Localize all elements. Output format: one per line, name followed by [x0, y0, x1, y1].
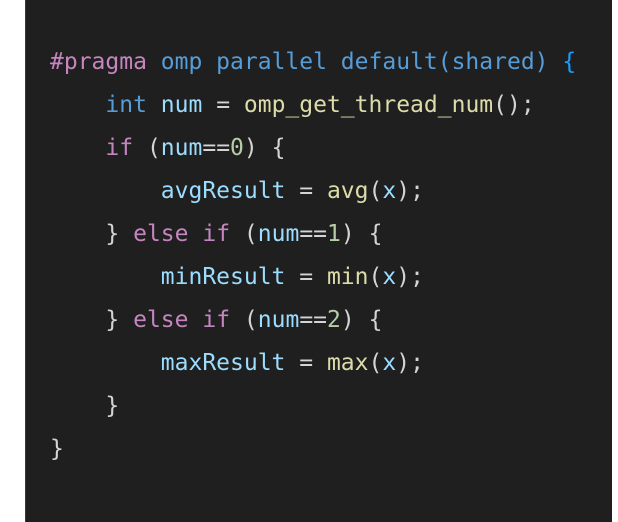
code-line: #pragma omp parallel default(shared) {: [50, 41, 576, 84]
code-token: int: [105, 92, 147, 118]
code-line: minResult = min(x);: [50, 256, 576, 299]
code-token: if: [105, 135, 134, 161]
code-token: }: [50, 436, 64, 462]
code-token: 0: [230, 135, 244, 161]
code-line: }: [50, 428, 576, 471]
code-token: x: [382, 350, 397, 376]
code-token: (: [368, 264, 383, 290]
code-token: ): [340, 307, 369, 333]
code-token: );: [396, 264, 424, 290]
code-line: } else if (num==2) {: [50, 299, 576, 342]
code-token: else: [133, 307, 189, 333]
code-line: if (num==0) {: [50, 127, 576, 170]
code-token: else: [133, 221, 189, 247]
code-line: avgResult = avg(x);: [50, 170, 576, 213]
code-token: num: [257, 307, 300, 333]
code-line: maxResult = max(x);: [50, 342, 576, 385]
code-token: ): [340, 221, 369, 247]
code-token: 1: [327, 221, 341, 247]
code-token: (: [230, 307, 258, 333]
code-token: {: [271, 135, 286, 161]
code-token: x: [382, 178, 397, 204]
code-token: }: [105, 393, 120, 419]
code-line: } else if (num==1) {: [50, 213, 576, 256]
code-block[interactable]: #pragma omp parallel default(shared) { i…: [50, 41, 576, 471]
code-token: (: [368, 178, 383, 204]
code-token: (: [368, 350, 383, 376]
code-token: ==: [299, 221, 328, 247]
code-token: );: [396, 178, 424, 204]
code-token: {: [562, 49, 577, 75]
code-token: maxResult: [160, 350, 286, 376]
code-token: 2: [327, 307, 341, 333]
code-token: {: [368, 221, 383, 247]
code-token: num: [257, 221, 300, 247]
code-token: =: [285, 264, 327, 290]
code-token: );: [396, 350, 424, 376]
code-token: }: [105, 307, 120, 333]
code-token: ==: [202, 135, 231, 161]
code-token: =: [285, 350, 327, 376]
code-token: num: [160, 92, 203, 118]
code-token: ();: [493, 92, 535, 118]
code-token: minResult: [160, 264, 286, 290]
code-token: if: [202, 307, 231, 333]
code-editor[interactable]: #pragma omp parallel default(shared) { i…: [25, 0, 612, 522]
code-token: omp_get_thread_num: [243, 92, 494, 118]
code-token: ): [243, 135, 272, 161]
code-token: num: [160, 135, 203, 161]
code-token: min: [326, 264, 369, 290]
code-token: (: [230, 221, 258, 247]
code-token: =: [202, 92, 244, 118]
code-token: {: [368, 307, 383, 333]
code-token: (: [133, 135, 161, 161]
code-token: x: [382, 264, 397, 290]
code-token: if: [202, 221, 231, 247]
code-token: #pragma: [50, 49, 147, 75]
code-line: int num = omp_get_thread_num();: [50, 84, 576, 127]
code-token: avg: [326, 178, 369, 204]
code-token: omp parallel default(shared): [160, 49, 549, 75]
code-token: ==: [299, 307, 328, 333]
code-token: }: [105, 221, 120, 247]
code-token: avgResult: [160, 178, 286, 204]
code-token: max: [326, 350, 369, 376]
code-line: }: [50, 385, 576, 428]
code-token: =: [285, 178, 327, 204]
